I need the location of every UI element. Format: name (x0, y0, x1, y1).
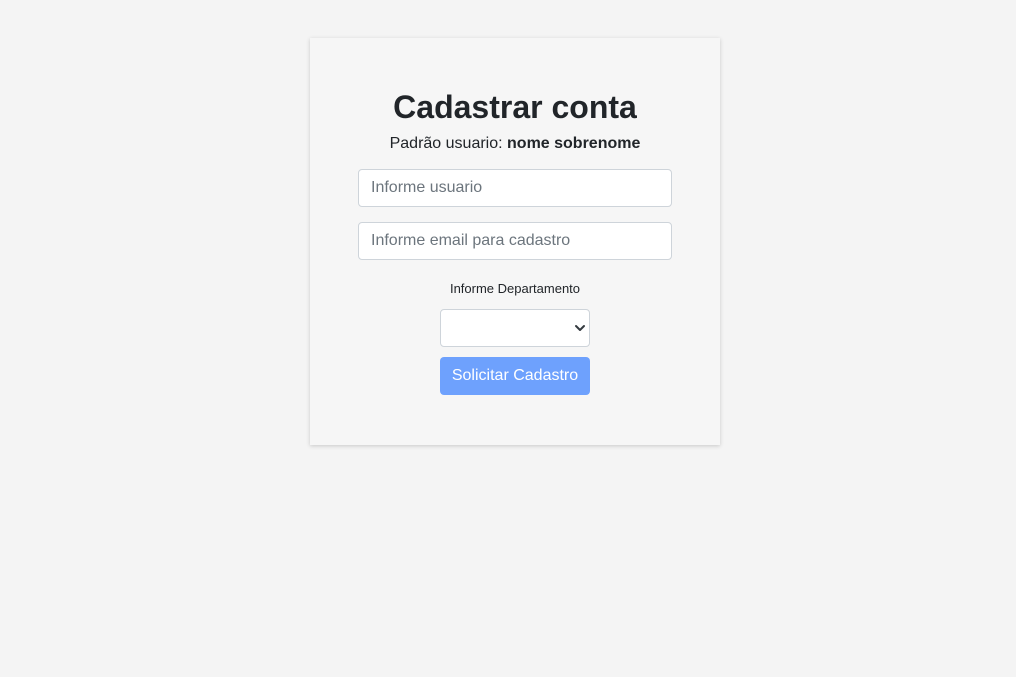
submit-signup-button[interactable]: Solicitar Cadastro (440, 357, 590, 395)
username-input[interactable] (358, 169, 672, 207)
username-pattern-hint: Padrão usuario: nome sobrenome (390, 134, 641, 154)
hint-prefix: Padrão usuario: (389, 135, 508, 152)
hint-pattern: nome sobrenome (507, 135, 641, 152)
page-title: Cadastrar conta (393, 89, 637, 125)
signup-card: Cadastrar conta Padrão usuario: nome sob… (310, 38, 720, 445)
email-input[interactable] (358, 222, 672, 260)
department-label: Informe Departamento (449, 281, 581, 296)
department-select[interactable] (440, 309, 590, 347)
department-select-wrapper (440, 309, 590, 347)
